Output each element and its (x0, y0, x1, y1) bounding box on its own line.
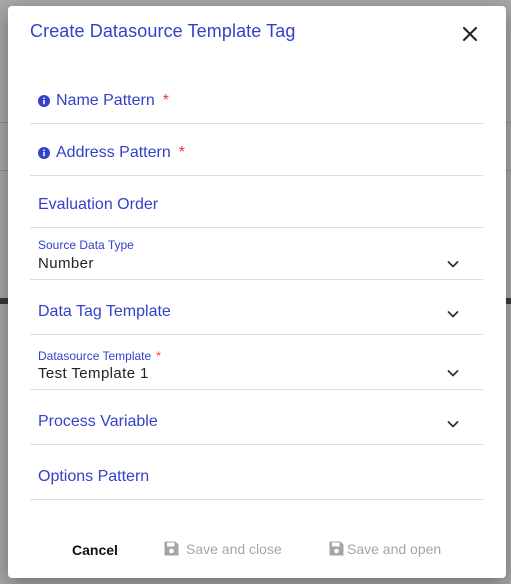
data-tag-template-select[interactable]: Data Tag Template (30, 279, 483, 335)
process-variable-label: Process Variable (38, 413, 158, 430)
save-and-close-label: Save and close (186, 540, 282, 557)
cancel-button[interactable]: Cancel (72, 542, 118, 558)
name-pattern-label-row: Name Pattern * (38, 92, 169, 110)
address-pattern-field[interactable]: Address Pattern * (30, 123, 483, 176)
save-and-close-button[interactable]: Save and close (163, 540, 282, 557)
datasource-template-label: Datasource Template (38, 349, 152, 363)
close-icon (463, 27, 477, 41)
process-variable-select[interactable]: Process Variable (30, 390, 483, 445)
address-pattern-label-row: Address Pattern * (38, 144, 185, 162)
chevron-down-icon (447, 370, 459, 377)
save-and-open-button[interactable]: Save and open (328, 540, 441, 557)
chevron-down-icon (447, 261, 459, 268)
save-icon (329, 541, 344, 556)
required-indicator: * (156, 349, 161, 363)
name-pattern-label: Name Pattern (56, 92, 155, 109)
source-data-type-label: Source Data Type (38, 238, 134, 252)
options-pattern-field[interactable]: Options Pattern (30, 445, 483, 500)
create-datasource-template-tag-dialog: Create Datasource Template Tag Name Patt… (8, 6, 506, 578)
options-pattern-label: Options Pattern (38, 468, 150, 485)
required-indicator: * (162, 92, 169, 109)
source-data-type-value: Number (38, 255, 94, 272)
info-icon[interactable] (38, 147, 50, 159)
evaluation-order-label: Evaluation Order (38, 196, 159, 213)
datasource-template-select[interactable]: Datasource Template * Test Template 1 (30, 335, 483, 390)
dialog-actions: Cancel Save and close Save and open (8, 538, 506, 562)
datasource-template-label-row: Datasource Template * (38, 349, 161, 363)
address-pattern-label: Address Pattern (56, 144, 171, 161)
source-data-type-select[interactable]: Source Data Type Number (30, 227, 483, 280)
required-indicator: * (178, 144, 185, 161)
save-and-open-label: Save and open (347, 540, 442, 557)
chevron-down-icon (447, 421, 459, 428)
save-icon (164, 541, 179, 556)
datasource-template-value: Test Template 1 (38, 365, 149, 382)
close-button[interactable] (458, 22, 482, 46)
dialog-title: Create Datasource Template Tag (30, 21, 296, 41)
evaluation-order-field[interactable]: Evaluation Order (30, 175, 483, 228)
data-tag-template-label: Data Tag Template (38, 303, 171, 320)
info-icon[interactable] (38, 95, 50, 107)
name-pattern-field[interactable]: Name Pattern * (30, 71, 483, 124)
chevron-down-icon (447, 311, 459, 318)
